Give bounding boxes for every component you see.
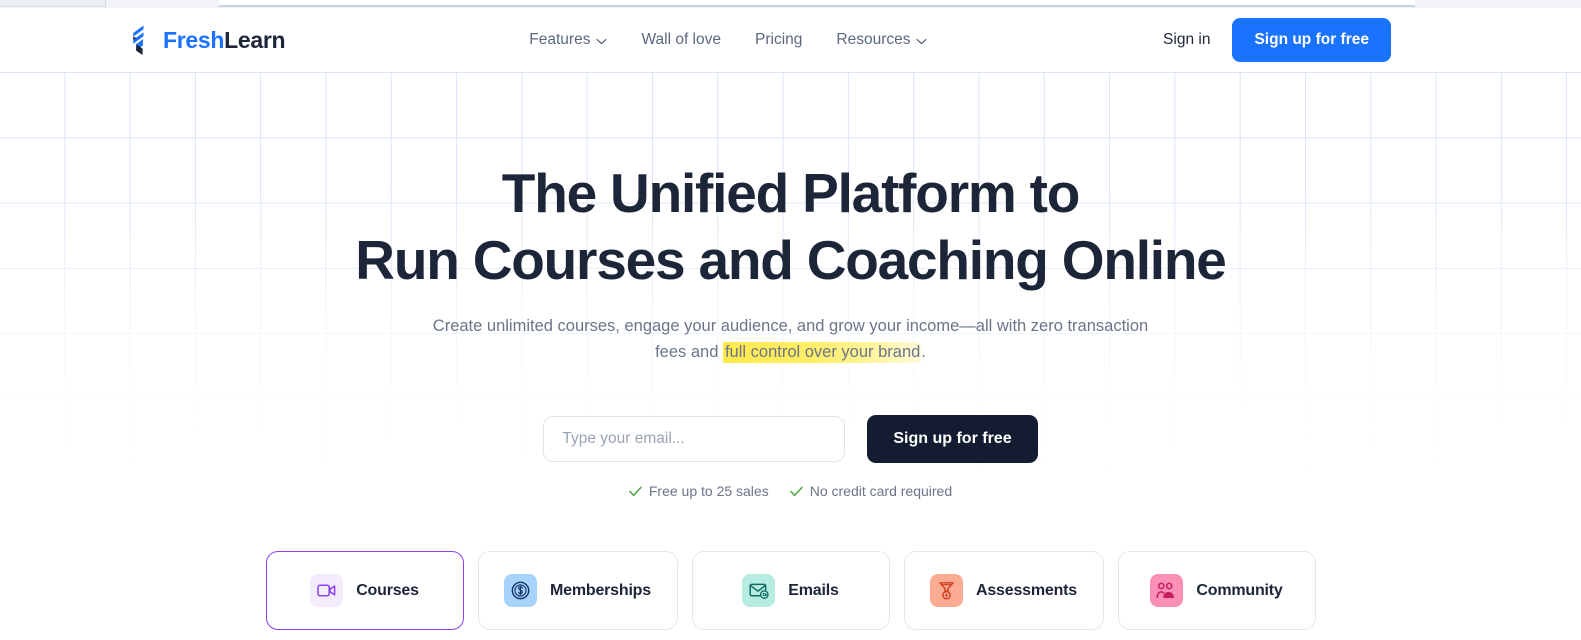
feature-tab-community[interactable]: Community (1117, 551, 1316, 631)
browser-tab-inactive[interactable] (0, 0, 106, 7)
email-signup-form: Sign up for free (0, 415, 1581, 464)
people-group-icon (1150, 574, 1184, 608)
brand-text-secondary: Learn (224, 26, 286, 53)
hero-section: The Unified Platform to Run Courses and … (0, 72, 1581, 640)
assurance-label-no-credit-card: No credit card required (809, 483, 953, 500)
sign-in-link[interactable]: Sign in (1163, 31, 1210, 49)
subhead-highlighted-text: full control over your brand (722, 342, 922, 364)
brand-text-primary: Fresh (163, 26, 225, 53)
freshlearn-bolt-logo-icon (133, 25, 144, 55)
medal-award-icon (930, 574, 963, 608)
brand-logo[interactable]: FreshLearn (130, 25, 286, 55)
subhead-text-after: . (921, 343, 926, 362)
nav-item-features[interactable]: Features (529, 31, 607, 49)
feature-tab-label-assessments: Assessments (976, 581, 1077, 599)
primary-nav: Features Wall of love Pricing Resources (529, 31, 928, 49)
page-root: FreshLearn Features Wall of love Pricing… (0, 8, 1581, 640)
assurance-list: Free up to 25 sales No credit card requi… (0, 483, 1581, 499)
header-sign-up-button[interactable]: Sign up for free (1232, 18, 1391, 62)
header-actions: Sign in Sign up for free (1163, 18, 1391, 62)
nav-item-pricing[interactable]: Pricing (755, 31, 802, 49)
feature-tab-courses[interactable]: Courses (265, 551, 464, 631)
brand-wordmark: FreshLearn (163, 26, 286, 54)
headline-line-2: Run Courses and Coaching Online (355, 229, 1227, 292)
nav-item-resources[interactable]: Resources (836, 31, 928, 49)
check-icon (789, 486, 803, 496)
hero-sign-up-button[interactable]: Sign up for free (867, 415, 1038, 464)
browser-tab-active[interactable] (219, 0, 1415, 7)
feature-tab-emails[interactable]: Emails (691, 551, 890, 631)
email-input[interactable] (543, 416, 846, 463)
nav-item-wall-of-love[interactable]: Wall of love (641, 31, 721, 49)
assurance-free-sales: Free up to 25 sales (629, 483, 769, 499)
feature-tab-label-courses: Courses (356, 581, 419, 599)
browser-tab-strip (0, 0, 1581, 8)
chevron-down-icon (596, 38, 607, 44)
nav-label-wall-of-love: Wall of love (641, 31, 721, 48)
nav-label-resources: Resources (836, 31, 911, 48)
site-header: FreshLearn Features Wall of love Pricing… (0, 8, 1581, 72)
feature-tab-label-community: Community (1196, 581, 1283, 599)
envelope-at-icon (742, 574, 776, 608)
feature-tab-assessments[interactable]: Assessments (903, 551, 1104, 631)
check-icon (629, 486, 642, 496)
nav-label-pricing: Pricing (755, 31, 803, 48)
feature-tab-memberships[interactable]: Memberships (477, 551, 678, 631)
page-title: The Unified Platform to Run Courses and … (0, 160, 1581, 294)
chevron-down-icon (916, 38, 928, 44)
dollar-coin-icon (504, 574, 538, 608)
hero-subheading: Create unlimited courses, engage your au… (426, 313, 1156, 365)
video-camera-icon (310, 574, 344, 608)
nav-label-features: Features (529, 31, 591, 48)
assurance-label-free-sales: Free up to 25 sales (648, 483, 769, 500)
feature-tab-label-memberships: Memberships (550, 581, 651, 599)
feature-tab-label-emails: Emails (788, 581, 839, 599)
headline-line-1: The Unified Platform to (501, 162, 1081, 224)
assurance-no-credit-card: No credit card required (789, 483, 953, 500)
feature-tab-list: Courses Memberships Emails Assessments C… (0, 551, 1581, 631)
